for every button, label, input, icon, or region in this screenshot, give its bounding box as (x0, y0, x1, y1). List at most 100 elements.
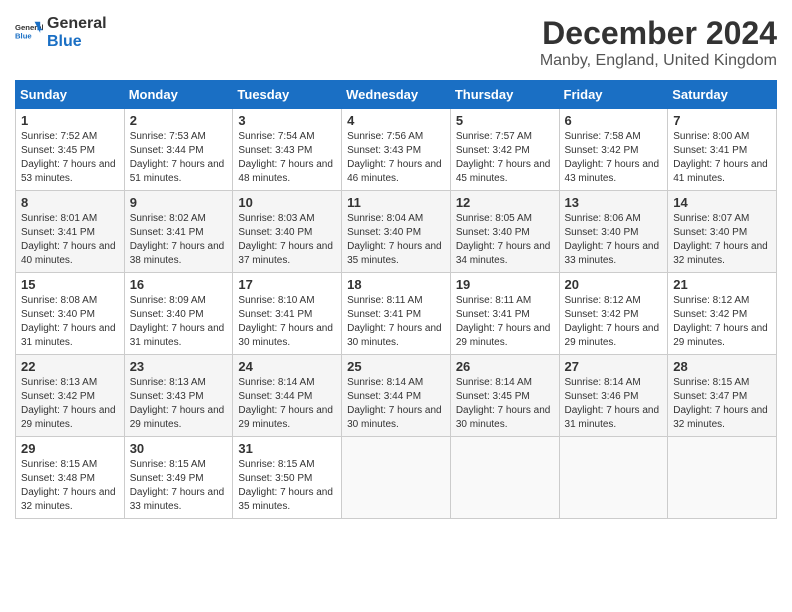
day-number: 6 (565, 113, 663, 128)
calendar-cell: 3 Sunrise: 7:54 AM Sunset: 3:43 PM Dayli… (233, 109, 342, 191)
day-number: 14 (673, 195, 771, 210)
calendar-cell: 20 Sunrise: 8:12 AM Sunset: 3:42 PM Dayl… (559, 273, 668, 355)
calendar-cell: 23 Sunrise: 8:13 AM Sunset: 3:43 PM Dayl… (124, 355, 233, 437)
calendar-cell: 5 Sunrise: 7:57 AM Sunset: 3:42 PM Dayli… (450, 109, 559, 191)
day-number: 15 (21, 277, 119, 292)
day-info: Sunrise: 7:56 AM Sunset: 3:43 PM Dayligh… (347, 130, 445, 186)
calendar-cell: 14 Sunrise: 8:07 AM Sunset: 3:40 PM Dayl… (668, 191, 777, 273)
location-title: Manby, England, United Kingdom (540, 52, 777, 70)
day-info: Sunrise: 8:14 AM Sunset: 3:45 PM Dayligh… (456, 376, 554, 432)
calendar-cell: 13 Sunrise: 8:06 AM Sunset: 3:40 PM Dayl… (559, 191, 668, 273)
calendar-cell (450, 437, 559, 519)
day-info: Sunrise: 7:58 AM Sunset: 3:42 PM Dayligh… (565, 130, 663, 186)
calendar-cell: 11 Sunrise: 8:04 AM Sunset: 3:40 PM Dayl… (342, 191, 451, 273)
day-info: Sunrise: 8:11 AM Sunset: 3:41 PM Dayligh… (347, 294, 445, 350)
week-row-5: 29 Sunrise: 8:15 AM Sunset: 3:48 PM Dayl… (16, 437, 777, 519)
day-number: 16 (130, 277, 228, 292)
day-number: 26 (456, 359, 554, 374)
calendar-cell: 12 Sunrise: 8:05 AM Sunset: 3:40 PM Dayl… (450, 191, 559, 273)
calendar-cell: 1 Sunrise: 7:52 AM Sunset: 3:45 PM Dayli… (16, 109, 125, 191)
logo-general: General (47, 15, 107, 33)
day-info: Sunrise: 7:54 AM Sunset: 3:43 PM Dayligh… (238, 130, 336, 186)
day-info: Sunrise: 8:00 AM Sunset: 3:41 PM Dayligh… (673, 130, 771, 186)
calendar-cell: 9 Sunrise: 8:02 AM Sunset: 3:41 PM Dayli… (124, 191, 233, 273)
svg-text:Blue: Blue (15, 31, 32, 40)
calendar-table: SundayMondayTuesdayWednesdayThursdayFrid… (15, 80, 777, 519)
day-info: Sunrise: 8:14 AM Sunset: 3:46 PM Dayligh… (565, 376, 663, 432)
day-number: 7 (673, 113, 771, 128)
day-info: Sunrise: 8:05 AM Sunset: 3:40 PM Dayligh… (456, 212, 554, 268)
day-info: Sunrise: 8:15 AM Sunset: 3:50 PM Dayligh… (238, 458, 336, 514)
day-number: 28 (673, 359, 771, 374)
day-info: Sunrise: 8:07 AM Sunset: 3:40 PM Dayligh… (673, 212, 771, 268)
day-info: Sunrise: 7:53 AM Sunset: 3:44 PM Dayligh… (130, 130, 228, 186)
day-info: Sunrise: 8:06 AM Sunset: 3:40 PM Dayligh… (565, 212, 663, 268)
day-info: Sunrise: 7:52 AM Sunset: 3:45 PM Dayligh… (21, 130, 119, 186)
logo-icon: General Blue (15, 19, 43, 47)
header-thursday: Thursday (450, 81, 559, 109)
day-info: Sunrise: 8:09 AM Sunset: 3:40 PM Dayligh… (130, 294, 228, 350)
header-wednesday: Wednesday (342, 81, 451, 109)
day-number: 11 (347, 195, 445, 210)
day-number: 24 (238, 359, 336, 374)
day-number: 10 (238, 195, 336, 210)
day-number: 25 (347, 359, 445, 374)
calendar-cell (559, 437, 668, 519)
month-title: December 2024 (540, 15, 777, 52)
calendar-cell: 16 Sunrise: 8:09 AM Sunset: 3:40 PM Dayl… (124, 273, 233, 355)
day-info: Sunrise: 8:10 AM Sunset: 3:41 PM Dayligh… (238, 294, 336, 350)
calendar-cell: 30 Sunrise: 8:15 AM Sunset: 3:49 PM Dayl… (124, 437, 233, 519)
day-info: Sunrise: 8:14 AM Sunset: 3:44 PM Dayligh… (238, 376, 336, 432)
calendar-cell: 31 Sunrise: 8:15 AM Sunset: 3:50 PM Dayl… (233, 437, 342, 519)
day-info: Sunrise: 8:14 AM Sunset: 3:44 PM Dayligh… (347, 376, 445, 432)
header-tuesday: Tuesday (233, 81, 342, 109)
day-info: Sunrise: 7:57 AM Sunset: 3:42 PM Dayligh… (456, 130, 554, 186)
day-number: 17 (238, 277, 336, 292)
calendar-cell: 4 Sunrise: 7:56 AM Sunset: 3:43 PM Dayli… (342, 109, 451, 191)
header-saturday: Saturday (668, 81, 777, 109)
day-number: 8 (21, 195, 119, 210)
day-info: Sunrise: 8:11 AM Sunset: 3:41 PM Dayligh… (456, 294, 554, 350)
calendar-cell (668, 437, 777, 519)
calendar-cell (342, 437, 451, 519)
calendar-cell: 6 Sunrise: 7:58 AM Sunset: 3:42 PM Dayli… (559, 109, 668, 191)
day-number: 2 (130, 113, 228, 128)
calendar-cell: 18 Sunrise: 8:11 AM Sunset: 3:41 PM Dayl… (342, 273, 451, 355)
day-number: 29 (21, 441, 119, 456)
day-number: 13 (565, 195, 663, 210)
day-info: Sunrise: 8:01 AM Sunset: 3:41 PM Dayligh… (21, 212, 119, 268)
calendar-cell: 7 Sunrise: 8:00 AM Sunset: 3:41 PM Dayli… (668, 109, 777, 191)
day-info: Sunrise: 8:12 AM Sunset: 3:42 PM Dayligh… (565, 294, 663, 350)
day-info: Sunrise: 8:04 AM Sunset: 3:40 PM Dayligh… (347, 212, 445, 268)
day-number: 3 (238, 113, 336, 128)
logo-blue: Blue (47, 33, 107, 51)
day-info: Sunrise: 8:15 AM Sunset: 3:49 PM Dayligh… (130, 458, 228, 514)
day-info: Sunrise: 8:08 AM Sunset: 3:40 PM Dayligh… (21, 294, 119, 350)
day-info: Sunrise: 8:02 AM Sunset: 3:41 PM Dayligh… (130, 212, 228, 268)
calendar-cell: 21 Sunrise: 8:12 AM Sunset: 3:42 PM Dayl… (668, 273, 777, 355)
day-number: 18 (347, 277, 445, 292)
calendar-cell: 8 Sunrise: 8:01 AM Sunset: 3:41 PM Dayli… (16, 191, 125, 273)
day-info: Sunrise: 8:13 AM Sunset: 3:42 PM Dayligh… (21, 376, 119, 432)
day-number: 30 (130, 441, 228, 456)
calendar-cell: 22 Sunrise: 8:13 AM Sunset: 3:42 PM Dayl… (16, 355, 125, 437)
calendar-cell: 25 Sunrise: 8:14 AM Sunset: 3:44 PM Dayl… (342, 355, 451, 437)
header-sunday: Sunday (16, 81, 125, 109)
day-number: 22 (21, 359, 119, 374)
calendar-header-row: SundayMondayTuesdayWednesdayThursdayFrid… (16, 81, 777, 109)
day-number: 19 (456, 277, 554, 292)
day-info: Sunrise: 8:03 AM Sunset: 3:40 PM Dayligh… (238, 212, 336, 268)
day-info: Sunrise: 8:12 AM Sunset: 3:42 PM Dayligh… (673, 294, 771, 350)
day-number: 31 (238, 441, 336, 456)
day-info: Sunrise: 8:15 AM Sunset: 3:47 PM Dayligh… (673, 376, 771, 432)
calendar-cell: 26 Sunrise: 8:14 AM Sunset: 3:45 PM Dayl… (450, 355, 559, 437)
day-number: 9 (130, 195, 228, 210)
calendar-cell: 19 Sunrise: 8:11 AM Sunset: 3:41 PM Dayl… (450, 273, 559, 355)
calendar-cell: 17 Sunrise: 8:10 AM Sunset: 3:41 PM Dayl… (233, 273, 342, 355)
week-row-4: 22 Sunrise: 8:13 AM Sunset: 3:42 PM Dayl… (16, 355, 777, 437)
calendar-cell: 27 Sunrise: 8:14 AM Sunset: 3:46 PM Dayl… (559, 355, 668, 437)
calendar-cell: 15 Sunrise: 8:08 AM Sunset: 3:40 PM Dayl… (16, 273, 125, 355)
day-number: 12 (456, 195, 554, 210)
week-row-3: 15 Sunrise: 8:08 AM Sunset: 3:40 PM Dayl… (16, 273, 777, 355)
header-monday: Monday (124, 81, 233, 109)
